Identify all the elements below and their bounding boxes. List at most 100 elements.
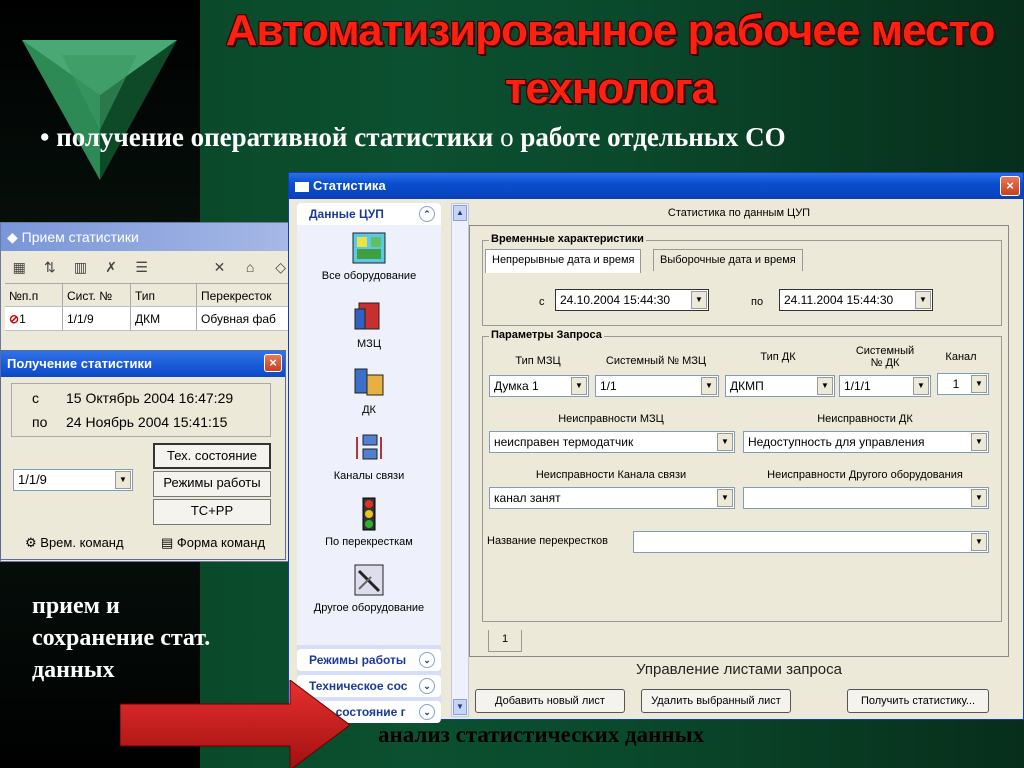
- home-icon[interactable]: ⌂: [242, 259, 259, 275]
- sidebar: Данные ЦУП ⌃ Все оборудование МЗЦ ДК Кана…: [297, 203, 441, 723]
- scroll-up-icon[interactable]: ▲: [453, 205, 467, 221]
- transfer-icon[interactable]: ⇅: [42, 259, 59, 275]
- get-stats-button[interactable]: Получить статистику...: [847, 689, 989, 713]
- delete-sheet-button[interactable]: Удалить выбранный лист: [641, 689, 791, 713]
- stat-window: Статистика × Данные ЦУП ⌃ Все оборудовани…: [288, 172, 1024, 723]
- chevron-down-icon[interactable]: ▼: [571, 377, 587, 395]
- close-button[interactable]: ×: [1000, 176, 1020, 196]
- cabinet-icon: [354, 302, 380, 330]
- crossroads-select[interactable]: ▼: [633, 531, 989, 553]
- close-button[interactable]: ×: [264, 354, 282, 372]
- mzc-faults-select[interactable]: неисправен термодатчик ▼: [489, 431, 735, 453]
- from-label: с: [539, 296, 545, 308]
- column-header[interactable]: Сист. №: [63, 284, 131, 306]
- sidebar-item-mzc[interactable]: МЗЦ: [297, 299, 441, 350]
- grid-arrow-icon[interactable]: ▥: [72, 259, 89, 275]
- date-from-value: 24.10.2004 15:44:30: [560, 293, 671, 307]
- chevron-down-icon[interactable]: ▼: [701, 377, 717, 395]
- chevron-down-icon[interactable]: ▼: [717, 489, 733, 507]
- channel-label: Канал: [945, 351, 977, 363]
- other-faults-select[interactable]: ▼: [743, 487, 989, 509]
- type-dk-select[interactable]: ДКМП ▼: [725, 375, 835, 397]
- type-mzc-value: Думка 1: [494, 379, 539, 393]
- sys-dk-label-line2: № ДК: [870, 357, 900, 369]
- tab-selective[interactable]: Выборочные дата и время: [653, 249, 803, 271]
- from-label: с: [32, 390, 39, 406]
- chevron-down-icon[interactable]: ▼: [915, 291, 931, 309]
- column-header[interactable]: Перекресток: [197, 284, 289, 306]
- chevron-down-icon[interactable]: ▼: [971, 533, 987, 551]
- priem-title: Прием статистики: [21, 229, 139, 245]
- type-mzc-select[interactable]: Думка 1 ▼: [489, 375, 589, 397]
- sys-mzc-label: Системный № МЗЦ: [605, 355, 707, 367]
- sys-dk-select[interactable]: 1/1/1 ▼: [839, 375, 931, 397]
- form-commands-link[interactable]: ▤ Форма команд: [161, 535, 265, 551]
- tab-continuous[interactable]: Непрерывные дата и время: [485, 249, 642, 273]
- channel-faults-label: Неисправности Канала связи: [535, 469, 687, 481]
- sidebar-item-other[interactable]: Другое оборудование: [297, 563, 441, 614]
- from-value: 15 Октябрь 2004 16:47:29: [66, 390, 234, 406]
- equipment-icon: [352, 232, 386, 264]
- collapse-icon[interactable]: ⌃: [419, 206, 435, 222]
- chevron-down-icon[interactable]: ▼: [115, 471, 131, 489]
- modes-button[interactable]: Режимы работы: [153, 471, 271, 497]
- scroll-down-icon[interactable]: ▼: [453, 699, 467, 715]
- type-dk-value: ДКМП: [730, 379, 764, 393]
- sys-mzc-select[interactable]: 1/1 ▼: [595, 375, 719, 397]
- type-dk-label: Тип ДК: [760, 351, 796, 363]
- cross-icon[interactable]: ✕: [211, 259, 228, 275]
- column-header[interactable]: №п.п: [5, 284, 63, 306]
- add-sheet-button[interactable]: Добавить новый лист: [475, 689, 625, 713]
- time-commands-label: Врем. команд: [40, 535, 124, 550]
- slide-bullet: • получение оперативной статистики о раб…: [40, 122, 786, 153]
- grid-icon[interactable]: ▦: [11, 259, 28, 275]
- time-commands-link[interactable]: ⚙ Врем. команд: [25, 535, 124, 551]
- sidebar-group-modes[interactable]: Режимы работы ⌄: [297, 649, 441, 671]
- sidebar-pane: Все оборудование МЗЦ ДК Каналы связи По …: [297, 225, 441, 645]
- channel-faults-value: канал занят: [494, 491, 561, 505]
- left-caption-line1: прием и: [32, 593, 120, 619]
- expand-icon[interactable]: ⌄: [419, 678, 435, 694]
- chevron-down-icon[interactable]: ▼: [971, 433, 987, 451]
- sidebar-header-label: Данные ЦУП: [309, 207, 384, 221]
- system-combo[interactable]: 1/1/9 ▼: [13, 469, 133, 491]
- table-row[interactable]: ⊘1 1/1/9 ДКМ Обувная фаб: [5, 307, 289, 331]
- dk-faults-select[interactable]: Недоступность для управления ▼: [743, 431, 989, 453]
- channel-select[interactable]: 1 ▼: [937, 373, 989, 395]
- sheet-tab[interactable]: 1: [488, 630, 522, 652]
- sidebar-group-label: Режимы работы: [309, 653, 407, 667]
- chevron-down-icon[interactable]: ▼: [913, 377, 929, 395]
- sidebar-item-dk[interactable]: ДК: [297, 365, 441, 416]
- table-cell: 1/1/9: [63, 307, 131, 330]
- channel-faults-select[interactable]: канал занят ▼: [489, 487, 735, 509]
- chevron-down-icon[interactable]: ▼: [691, 291, 707, 309]
- slide-bottom-caption: анализ статистических данных: [378, 722, 705, 747]
- date-to-value: 24.11.2004 15:44:30: [784, 293, 894, 307]
- sidebar-item-channels[interactable]: Каналы связи: [297, 431, 441, 482]
- bullet-o: о: [500, 122, 514, 152]
- date-to-picker[interactable]: 24.11.2004 15:44:30 ▼: [779, 289, 933, 311]
- chevron-down-icon[interactable]: ▼: [717, 433, 733, 451]
- date-from-picker[interactable]: 24.10.2004 15:44:30 ▼: [555, 289, 709, 311]
- slide-left-caption: прием и сохранение стат. данных: [32, 590, 210, 686]
- sidebar-item-crossroads[interactable]: По перекресткам: [297, 497, 441, 548]
- chevron-down-icon[interactable]: ▼: [971, 489, 987, 507]
- sidebar-item-all-equipment[interactable]: Все оборудование: [297, 231, 441, 282]
- list-icon[interactable]: ☰: [133, 259, 150, 275]
- expand-icon[interactable]: ⌄: [419, 704, 435, 720]
- eraser-icon[interactable]: ◇: [272, 259, 289, 275]
- chevron-down-icon[interactable]: ▼: [817, 377, 833, 395]
- sidebar-header[interactable]: Данные ЦУП ⌃: [297, 203, 441, 225]
- delete-icon[interactable]: ✗: [103, 259, 120, 275]
- tcpp-button[interactable]: ТС+РР: [153, 499, 271, 525]
- sidebar-scrollbar[interactable]: ▲ ▼: [451, 203, 469, 717]
- traffic-light-icon: [362, 497, 376, 531]
- window-icon: [295, 181, 309, 192]
- tech-state-button[interactable]: Тех. состояние: [153, 443, 271, 469]
- expand-icon[interactable]: ⌄: [419, 652, 435, 668]
- stat-titlebar: Статистика ×: [289, 173, 1023, 199]
- chevron-down-icon[interactable]: ▼: [971, 375, 987, 393]
- time-group-label: Временные характеристики: [489, 233, 646, 245]
- column-header[interactable]: Тип: [131, 284, 197, 306]
- poluch-titlebar: Получение статистики ×: [1, 351, 285, 377]
